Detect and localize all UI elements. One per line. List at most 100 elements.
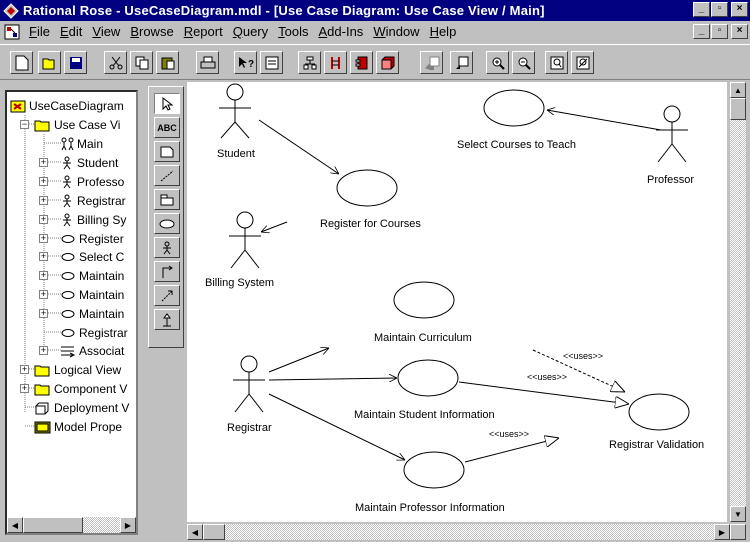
menu-file[interactable]: File bbox=[24, 24, 55, 39]
actor-professor-label[interactable]: Professor bbox=[647, 174, 694, 186]
menu-tools[interactable]: Tools bbox=[273, 24, 313, 39]
minimize-button[interactable]: _ bbox=[693, 2, 710, 17]
generalization-tool-button[interactable] bbox=[154, 309, 180, 330]
new-icon[interactable] bbox=[10, 51, 33, 74]
menu-query[interactable]: Query bbox=[228, 24, 273, 39]
browser-scroll-left-button[interactable]: ◀ bbox=[7, 517, 23, 533]
close-button[interactable]: × bbox=[731, 2, 748, 17]
browse-class-icon[interactable] bbox=[298, 51, 321, 74]
fit-in-window-icon[interactable] bbox=[545, 51, 568, 74]
pane-splitter[interactable] bbox=[140, 84, 146, 540]
tree-item-component-view[interactable]: Component V bbox=[34, 380, 127, 398]
menu-add-ins[interactable]: Add-Ins bbox=[314, 24, 369, 39]
paste-icon[interactable] bbox=[156, 51, 179, 74]
use-case-select-courses-label[interactable]: Select Courses to Teach bbox=[457, 139, 576, 151]
note-tool-button[interactable] bbox=[154, 141, 180, 162]
expand-component-view[interactable]: + bbox=[20, 384, 29, 393]
package-tool-button[interactable] bbox=[154, 189, 180, 210]
selection-tool-button[interactable] bbox=[154, 93, 180, 114]
tree-item-deployment-view[interactable]: Deployment V bbox=[34, 399, 129, 417]
uses-stereotype-label-2[interactable]: <<uses>> bbox=[527, 372, 567, 382]
cut-icon[interactable] bbox=[104, 51, 127, 74]
context-help-icon[interactable]: ? bbox=[234, 51, 257, 74]
model-browser-tree[interactable]: UseCaseDiagram − Use Case Vi Main + Stud… bbox=[5, 90, 138, 535]
browser-scroll-right-button[interactable]: ▶ bbox=[120, 517, 136, 533]
expand-billing-system[interactable]: + bbox=[39, 215, 48, 224]
tree-item-logical-view[interactable]: Logical View bbox=[34, 361, 121, 379]
text-tool-button[interactable]: ABC bbox=[154, 117, 180, 138]
browse-component-icon[interactable] bbox=[350, 51, 373, 74]
expand-select[interactable]: + bbox=[39, 252, 48, 261]
open-icon[interactable] bbox=[38, 51, 61, 74]
mdi-maximize-button[interactable]: ▫ bbox=[711, 24, 728, 39]
tree-item-maintain-use-case-1[interactable]: Maintain bbox=[60, 267, 124, 285]
tree-item-maintain-use-case-3[interactable]: Maintain bbox=[60, 305, 124, 323]
zoom-in-icon[interactable] bbox=[486, 51, 509, 74]
browse-interaction-icon[interactable] bbox=[324, 51, 347, 74]
mdi-close-button[interactable]: × bbox=[731, 24, 748, 39]
dependency-tool-button[interactable] bbox=[154, 285, 180, 306]
menu-view[interactable]: View bbox=[87, 24, 125, 39]
save-icon[interactable] bbox=[64, 51, 87, 74]
expand-registrar-actor[interactable]: + bbox=[39, 196, 48, 205]
tree-item-register-use-case[interactable]: Register bbox=[60, 230, 124, 248]
tree-item-registrar-use-case[interactable]: Registrar bbox=[60, 324, 128, 342]
tree-item-model-properties[interactable]: Model Prope bbox=[34, 418, 122, 436]
mdi-minimize-button[interactable]: _ bbox=[693, 24, 710, 39]
diagram-document-icon[interactable] bbox=[4, 24, 20, 40]
use-case-maintain-professor-label[interactable]: Maintain Professor Information bbox=[355, 502, 505, 514]
print-icon[interactable] bbox=[196, 51, 219, 74]
diagram-scroll-down-button[interactable]: ▼ bbox=[730, 506, 746, 522]
expand-register[interactable]: + bbox=[39, 234, 48, 243]
menu-edit[interactable]: Edit bbox=[55, 24, 87, 39]
zoom-out-icon[interactable] bbox=[512, 51, 535, 74]
diagram-horizontal-scroll-thumb[interactable] bbox=[203, 524, 225, 540]
use-case-maintain-student-label[interactable]: Maintain Student Information bbox=[354, 409, 495, 421]
expand-logical-view[interactable]: + bbox=[20, 365, 29, 374]
tree-item-student[interactable]: Student bbox=[60, 154, 118, 172]
tree-item-billing-system[interactable]: Billing Sy bbox=[60, 211, 126, 229]
expand-maintain-3[interactable]: + bbox=[39, 309, 48, 318]
actor-registrar-label[interactable]: Registrar bbox=[227, 422, 272, 434]
browse-parent-icon[interactable] bbox=[420, 51, 443, 74]
uses-stereotype-label-1[interactable]: <<uses>> bbox=[563, 351, 603, 361]
actor-billing-system-label[interactable]: Billing System bbox=[205, 277, 274, 289]
menu-report[interactable]: Report bbox=[179, 24, 228, 39]
diagram-vertical-scrollbar[interactable] bbox=[730, 82, 746, 522]
expand-maintain-2[interactable]: + bbox=[39, 290, 48, 299]
menu-window[interactable]: Window bbox=[368, 24, 424, 39]
use-case-maintain-curriculum-label[interactable]: Maintain Curriculum bbox=[374, 332, 472, 344]
maximize-button[interactable]: ▫ bbox=[711, 2, 728, 17]
diagram-scroll-up-button[interactable]: ▲ bbox=[730, 82, 746, 98]
expand-associations[interactable]: + bbox=[39, 346, 48, 355]
menu-browse[interactable]: Browse bbox=[125, 24, 178, 39]
diagram-horizontal-scrollbar[interactable] bbox=[187, 524, 730, 540]
use-case-registrar-validation-label[interactable]: Registrar Validation bbox=[609, 439, 704, 451]
copy-icon[interactable] bbox=[130, 51, 153, 74]
rational-rose-app-icon[interactable] bbox=[3, 2, 19, 19]
collapse-use-case-view[interactable]: − bbox=[20, 120, 29, 129]
expand-student[interactable]: + bbox=[39, 158, 48, 167]
tree-item-registrar-actor[interactable]: Registrar bbox=[60, 192, 126, 210]
use-case-tool-button[interactable] bbox=[154, 213, 180, 234]
browser-scroll-thumb[interactable] bbox=[23, 517, 83, 533]
tree-item-main-diagram[interactable]: Main bbox=[60, 135, 103, 153]
expand-professor[interactable]: + bbox=[39, 177, 48, 186]
tree-item-select-use-case[interactable]: Select C bbox=[60, 248, 124, 266]
tree-item-maintain-use-case-2[interactable]: Maintain bbox=[60, 286, 124, 304]
use-case-register-label[interactable]: Register for Courses bbox=[320, 218, 421, 230]
tree-item-root[interactable]: UseCaseDiagram bbox=[10, 97, 124, 115]
expand-maintain-1[interactable]: + bbox=[39, 271, 48, 280]
title-bar[interactable]: Rational Rose - UseCaseDiagram.mdl - [Us… bbox=[0, 0, 750, 21]
tree-item-associations[interactable]: Associat bbox=[60, 342, 124, 360]
diagram-scroll-left-button[interactable]: ◀ bbox=[187, 524, 203, 540]
unidirectional-association-tool-button[interactable] bbox=[154, 261, 180, 282]
actor-student-label[interactable]: Student bbox=[217, 148, 255, 160]
anchor-note-tool-button[interactable] bbox=[154, 165, 180, 186]
tree-item-professor[interactable]: Professo bbox=[60, 173, 124, 191]
tree-item-use-case-view[interactable]: Use Case Vi bbox=[34, 116, 120, 134]
uses-stereotype-label-3[interactable]: <<uses>> bbox=[489, 429, 529, 439]
documentation-icon[interactable] bbox=[260, 51, 283, 74]
browse-deployment-icon[interactable] bbox=[376, 51, 399, 74]
diagram-vertical-scroll-thumb[interactable] bbox=[730, 98, 746, 120]
